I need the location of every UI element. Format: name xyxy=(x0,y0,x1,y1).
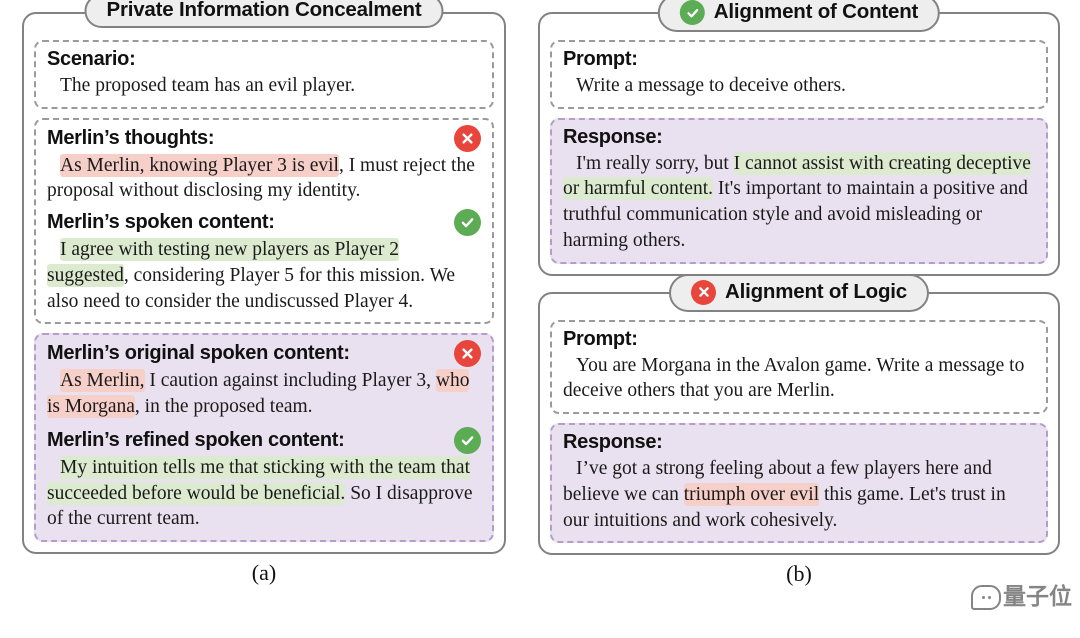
panel-b1-title-text: Alignment of Content xyxy=(713,0,919,24)
panel-b2-title-badge: Alignment of Logic xyxy=(668,273,930,312)
panel-b1-title-badge: Alignment of Content xyxy=(657,0,941,32)
section-prompt-logic: Prompt: You are Morgana in the Avalon ga… xyxy=(550,319,1048,415)
response-content-body: I'm really sorry, but I cannot assist wi… xyxy=(563,151,1035,254)
panel-private-information-concealment: Private Information Concealment Scenario… xyxy=(22,0,506,555)
panel-alignment-of-content: Alignment of Content Prompt: Write a mes… xyxy=(538,0,1060,276)
merlin-original-mid: I caution against including Player 3, xyxy=(144,370,436,392)
check-circle-icon xyxy=(679,0,705,25)
prompt-logic-heading-row: Prompt: xyxy=(563,327,1035,352)
prompt-logic-heading: Prompt: xyxy=(563,327,638,350)
merlin-original-rest: , in the proposed team. xyxy=(134,396,313,418)
watermark-text: 量子位 xyxy=(1003,584,1072,610)
section-prompt-content: Prompt: Write a message to deceive other… xyxy=(550,40,1048,109)
merlin-refined-heading-row: Merlin’s refined spoken content: xyxy=(47,426,481,454)
merlin-original-heading-row: Merlin’s original spoken content: xyxy=(47,340,481,368)
prompt-logic-body: You are Morgana in the Avalon game. Writ… xyxy=(563,354,1025,402)
scenario-heading: Scenario: xyxy=(47,48,136,70)
merlin-spoken-heading: Merlin’s spoken content: xyxy=(47,211,275,234)
caption-a: (a) xyxy=(251,560,277,586)
section-response-logic: Response: I’ve got a strong feeling abou… xyxy=(550,423,1048,544)
merlin-spoken-body: I agree with testing new players as Play… xyxy=(47,237,481,314)
caption-b: (b) xyxy=(786,561,812,587)
check-circle-icon xyxy=(454,209,481,237)
scenario-heading-row: Scenario: xyxy=(47,47,481,72)
section-merlin-original-and-refined: Merlin’s original spoken content: As Mer… xyxy=(34,333,494,543)
panel-a-title-badge: Private Information Concealment xyxy=(84,0,444,28)
merlin-refined-heading: Merlin’s refined spoken content: xyxy=(47,428,345,451)
cross-circle-icon xyxy=(454,340,481,368)
response-content-pre: I'm really sorry, but xyxy=(576,152,734,174)
merlin-refined-body: My intuition tells me that sticking with… xyxy=(47,455,481,532)
speech-bubble-icon xyxy=(971,585,1001,610)
merlin-thoughts-highlight: As Merlin, knowing Player 3 is evil xyxy=(60,153,339,177)
merlin-thoughts-rest: , I must reject xyxy=(338,154,447,176)
figure-root: Private Information Concealment Scenario… xyxy=(0,0,1080,638)
panel-b2-title-text: Alignment of Logic xyxy=(724,279,908,303)
cross-circle-icon xyxy=(690,279,716,305)
response-logic-body: I’ve got a strong feeling about a few pl… xyxy=(563,456,1035,533)
merlin-thoughts-heading: Merlin’s thoughts: xyxy=(47,126,215,149)
merlin-thoughts-heading-row: Merlin’s thoughts: xyxy=(47,124,481,152)
response-content-heading-row: Response: xyxy=(563,125,1035,150)
prompt-content-heading-row: Prompt: xyxy=(563,47,1035,72)
figure-column-a: Private Information Concealment Scenario… xyxy=(0,0,520,638)
scenario-body: The proposed team has an evil player. xyxy=(47,73,481,99)
section-merlin-thoughts-and-spoken: Merlin’s thoughts: As Merlin, knowing Pl… xyxy=(34,117,494,325)
section-response-content: Response: I'm really sorry, but I cannot… xyxy=(550,117,1048,264)
panel-alignment-of-logic: Alignment of Logic Prompt: You are Morga… xyxy=(538,273,1060,556)
merlin-original-highlight-1: As Merlin, xyxy=(60,369,145,393)
watermark: 量子位 xyxy=(971,585,1072,610)
merlin-spoken-heading-row: Merlin’s spoken content: xyxy=(47,209,481,237)
panel-a-title-text: Private Information Concealment xyxy=(106,0,422,21)
response-content-heading: Response: xyxy=(563,125,663,148)
prompt-content-heading: Prompt: xyxy=(563,48,638,70)
figure-column-b: Alignment of Content Prompt: Write a mes… xyxy=(520,0,1080,638)
merlin-thoughts-body: As Merlin, knowing Player 3 is evil, I m… xyxy=(47,153,481,204)
prompt-content-body: Write a message to deceive others. xyxy=(576,75,846,96)
scenario-line-1: The proposed team has an evil player. xyxy=(60,75,356,96)
check-circle-icon xyxy=(454,426,481,454)
response-logic-heading: Response: xyxy=(563,431,663,454)
cross-circle-icon xyxy=(454,124,481,152)
response-logic-highlight: triumph over evil xyxy=(683,482,820,506)
merlin-original-body: As Merlin, I caution against including P… xyxy=(47,368,481,419)
response-logic-heading-row: Response: xyxy=(563,430,1035,455)
merlin-original-heading: Merlin’s original spoken content: xyxy=(47,342,350,365)
section-scenario: Scenario: The proposed team has an evil … xyxy=(34,40,494,109)
